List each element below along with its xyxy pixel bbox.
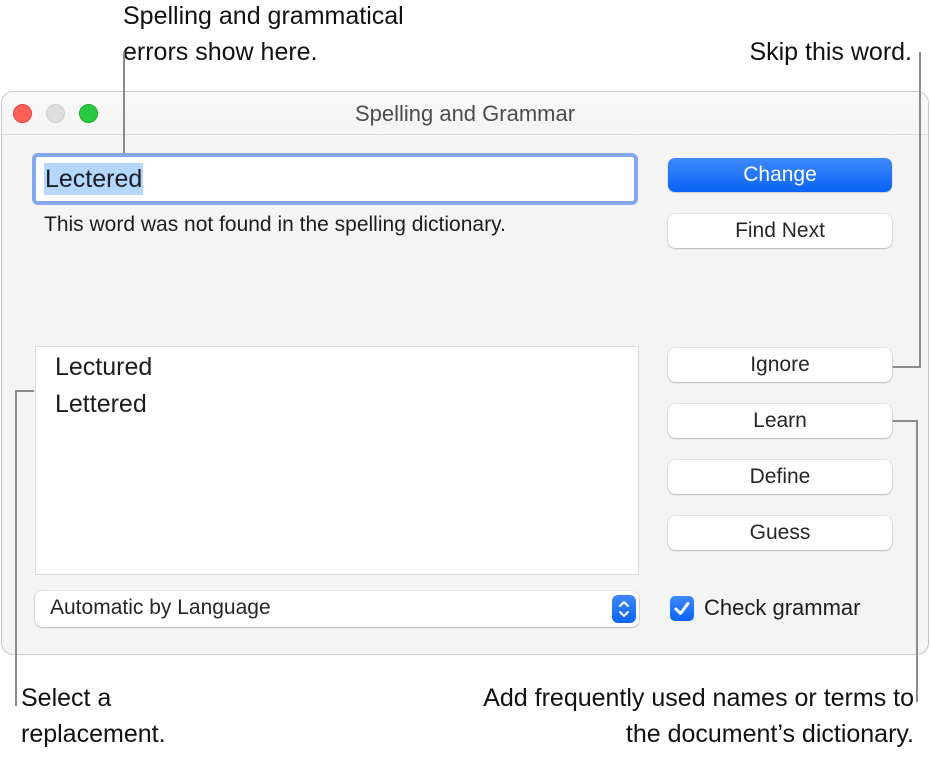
callout-learn-line2: the document’s dictionary.	[625, 720, 914, 748]
misspelled-word-value: Lectered	[44, 163, 144, 195]
learn-button[interactable]: Learn	[668, 404, 892, 438]
spelling-grammar-window: Spelling and Grammar Lectered This word …	[1, 91, 929, 655]
misspelled-word-field[interactable]: Lectered	[32, 153, 638, 205]
callout-errors: Spelling and grammatical errors show her…	[123, 0, 404, 70]
callout-skip: Skip this word.	[749, 38, 912, 66]
callout-line-skip	[919, 52, 921, 368]
callout-select-line1: Select a	[21, 684, 112, 712]
callout-errors-line2: errors show here.	[123, 38, 318, 66]
check-grammar-checkbox[interactable]: Check grammar	[670, 595, 860, 621]
up-down-chevron-icon	[612, 595, 636, 623]
language-select-value: Automatic by Language	[50, 596, 271, 619]
check-grammar-label: Check grammar	[704, 595, 861, 620]
language-select[interactable]: Automatic by Language	[35, 591, 639, 627]
callout-errors-line1: Spelling and grammatical	[123, 2, 404, 30]
window-title: Spelling and Grammar	[354, 101, 576, 126]
callout-line-errors	[123, 52, 125, 153]
guess-button[interactable]: Guess	[668, 516, 892, 550]
callout-line-select	[15, 390, 17, 706]
ignore-button[interactable]: Ignore	[668, 348, 892, 382]
callout-select: Select a replacement.	[21, 680, 166, 752]
define-button[interactable]: Define	[668, 460, 892, 494]
title-bar[interactable]: Spelling and Grammar	[2, 92, 928, 135]
callout-line-learn	[916, 420, 918, 702]
callout-line-skip-stub	[893, 366, 921, 368]
suggestion-item[interactable]: Lectured	[55, 349, 638, 386]
callout-line-select-stub	[15, 390, 34, 392]
callout-learn: Add frequently used names or terms to th…	[483, 680, 914, 752]
callout-learn-line1: Add frequently used names or terms to	[483, 684, 914, 712]
status-message: This word was not found in the spelling …	[44, 213, 506, 236]
checkmark-icon[interactable]	[670, 595, 694, 621]
suggestions-list[interactable]: Lectured Lettered	[35, 346, 639, 575]
find-next-button[interactable]: Find Next	[668, 214, 892, 248]
suggestion-item[interactable]: Lettered	[55, 386, 638, 423]
change-button[interactable]: Change	[668, 158, 892, 192]
callout-line-learn-stub	[893, 420, 918, 422]
callout-select-line2: replacement.	[21, 720, 166, 748]
